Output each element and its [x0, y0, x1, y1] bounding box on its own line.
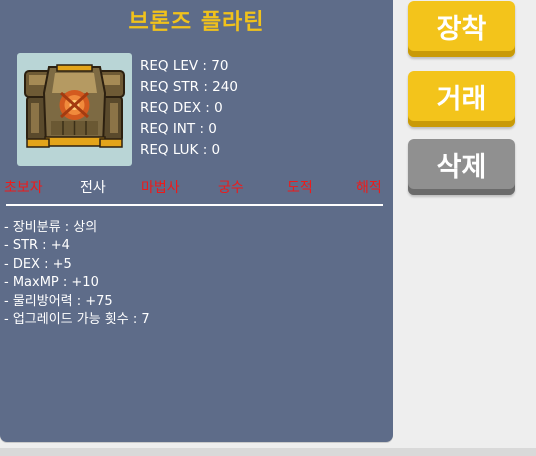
trade-button[interactable]: 거래 [408, 71, 515, 127]
job-bowman: 궁수 [218, 180, 244, 196]
item-tooltip-panel: 브론즈 플라틴 REQ LEV: 70 REQ STR: 240 REQ D… [0, 0, 393, 442]
req-luk: REQ LUK : 0 [140, 142, 221, 158]
req-dex: REQ DEX : 0 [140, 100, 223, 116]
app-root: 브론즈 플라틴 REQ LEV: 70 REQ STR: 240 REQ D… [0, 0, 536, 456]
job-pirate: 해적 [356, 180, 382, 196]
stat-dex: - DEX : +5 [4, 256, 72, 272]
req-int: REQ INT : 0 [140, 121, 217, 137]
equip-button-label: 장착 [436, 13, 487, 45]
divider [6, 204, 383, 206]
stat-str: - STR : +4 [4, 238, 70, 254]
item-stat-list: - 장비분류 : 상의 - STR : +4 - DEX : +5 - MaxM… [4, 219, 150, 329]
job-list: 초보자 전사 마법사 궁수 도적 해적 [0, 178, 393, 198]
stat-category: - 장비분류 : 상의 [4, 220, 98, 235]
stat-maxmp: - MaxMP : +10 [4, 275, 99, 291]
delete-button[interactable]: 삭제 [408, 139, 515, 195]
delete-button-label: 삭제 [436, 151, 487, 183]
req-str: REQ STR : 240 [140, 79, 238, 95]
trade-button-label: 거래 [436, 83, 487, 115]
stat-defense: - 물리방어력 : +75 [4, 293, 113, 309]
bronze-platine-armor-icon [24, 64, 125, 148]
stat-upgrades: - 업그레이드 가능 횟수 : 7 [4, 311, 150, 327]
job-magician: 마법사 [141, 180, 180, 196]
item-image [17, 53, 132, 166]
item-name: 브론즈 플라틴 [128, 10, 265, 35]
job-thief: 도적 [287, 180, 313, 196]
req-level: REQ LEV : 70 [140, 58, 229, 74]
equip-button[interactable]: 장착 [408, 1, 515, 57]
job-beginner: 초보자 [4, 180, 43, 196]
job-warrior: 전사 [80, 180, 106, 196]
requirement-list: REQ LEV : 70 REQ STR : 240 REQ DEX : 0 R… [140, 56, 238, 161]
